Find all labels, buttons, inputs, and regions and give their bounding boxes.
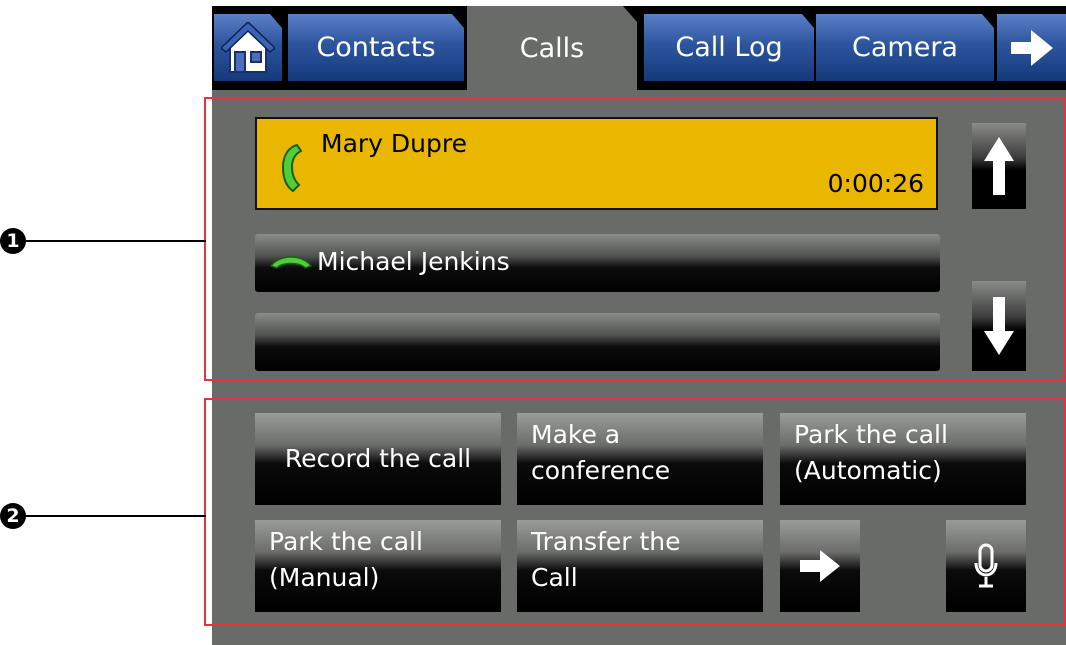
- call-actions-highlight: [204, 398, 1066, 626]
- tab-camera-label: Camera: [852, 32, 958, 63]
- tab-calls-label: Calls: [519, 32, 585, 64]
- tab-call-log-label: Call Log: [675, 32, 783, 63]
- callout-1: 1: [0, 228, 26, 254]
- tab-contacts-label: Contacts: [316, 32, 436, 63]
- tab-contacts[interactable]: Contacts: [288, 14, 464, 81]
- tab-calls[interactable]: Calls: [467, 6, 637, 90]
- callout-2-line: [24, 515, 206, 517]
- home-icon: [221, 22, 275, 74]
- callout-2: 2: [0, 503, 26, 529]
- arrow-right-icon: [1010, 29, 1053, 66]
- callout-1-line: [24, 240, 206, 242]
- tab-camera[interactable]: Camera: [816, 14, 994, 81]
- call-list-highlight: [204, 97, 1066, 381]
- tab-home[interactable]: [214, 14, 282, 81]
- tab-more[interactable]: [997, 14, 1066, 81]
- tab-call-log[interactable]: Call Log: [644, 14, 814, 81]
